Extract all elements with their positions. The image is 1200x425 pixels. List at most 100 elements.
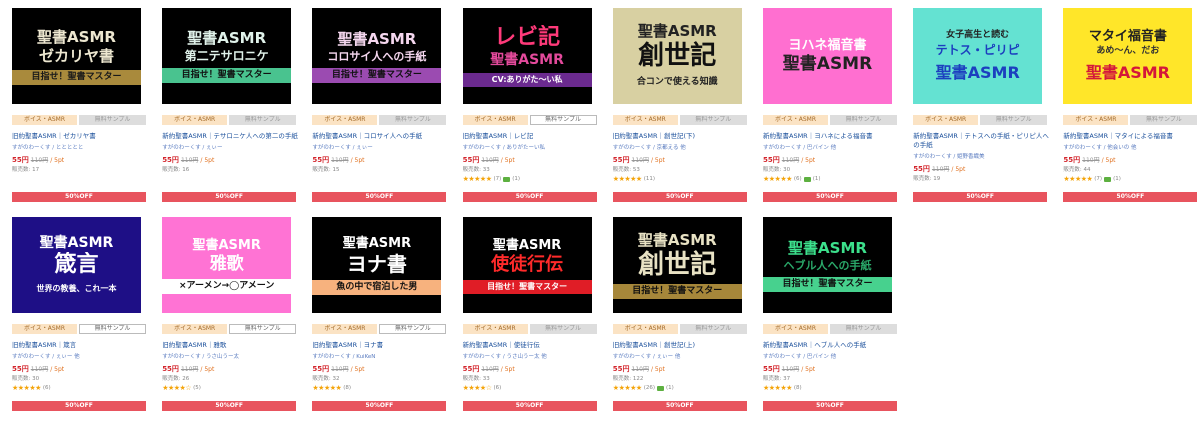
genre-tag[interactable]: ボイス・ASMR — [612, 115, 678, 125]
genre-tag[interactable]: ボイス・ASMR — [913, 115, 979, 125]
genre-tag[interactable]: ボイス・ASMR — [763, 324, 828, 334]
free-sample-button[interactable]: 無料サンプル — [980, 115, 1048, 125]
product-thumbnail[interactable]: 聖書ASMR ゼカリヤ書 目指せ！聖書マスター — [12, 8, 141, 104]
product-card[interactable]: 聖書ASMR ゼカリヤ書 目指せ！聖書マスターボイス・ASMR 無料サンプル旧約聖書A… — [8, 4, 150, 209]
product-thumbnail[interactable]: 聖書ASMR 雅歌 ×アーメン→◯アメーン — [162, 217, 292, 313]
product-title-link[interactable]: 新約聖書ASMR｜ヨハネによる福音書 — [763, 132, 899, 141]
creator-link[interactable]: すがのわーくす / ぇぃー 他 — [613, 352, 749, 360]
product-card[interactable]: レビ記 聖書ASMR CV:ありがた〜い私ボイス・ASMR 無料サンプル旧約聖書ASM… — [459, 4, 601, 209]
rating[interactable]: ★★★★★ (26) (1) — [613, 384, 674, 392]
rating[interactable]: ★★★★★ (11) — [613, 175, 655, 183]
creator-link[interactable]: すがのわーくす / 巴バイン 他 — [763, 143, 899, 151]
product-card[interactable]: 聖書ASMR 雅歌 ×アーメン→◯アメーンボイス・ASMR 無料サンプル旧約聖書ASM… — [158, 213, 300, 418]
product-title-link[interactable]: 旧約聖書ASMR｜レビ記 — [463, 132, 599, 141]
product-card[interactable]: ヨハネ福音書 聖書ASMR ボイス・ASMR 無料サンプル新約聖書ASMR｜ヨハネによ… — [759, 4, 901, 209]
creator-link[interactable]: すがのわーくす / うさ山うー太 — [162, 352, 298, 360]
product-card[interactable]: マタイ福音書 あめ〜ん、だお 聖書ASMR ボイス・ASMR 無料サンプル新約聖書ASM… — [1059, 4, 1200, 209]
rating[interactable]: ★★★★★ (6) (1) — [763, 175, 820, 183]
thumbnail-line-3: CV:ありがた〜い私 — [462, 73, 592, 87]
creator-link[interactable]: すがのわーくす / ありがたーい私 — [463, 143, 599, 151]
product-thumbnail[interactable]: レビ記 聖書ASMR CV:ありがた〜い私 — [462, 8, 592, 104]
free-sample-button[interactable]: 無料サンプル — [529, 324, 597, 334]
product-thumbnail[interactable]: 聖書ASMR 創世記 目指せ！聖書マスター — [612, 217, 742, 313]
product-thumbnail[interactable]: 聖書ASMR 第二テサロニケ 目指せ！聖書マスター — [162, 8, 292, 104]
genre-tag[interactable]: ボイス・ASMR — [612, 324, 678, 334]
thumbnail-line-1: 聖書ASMR — [342, 236, 412, 251]
genre-tag[interactable]: ボイス・ASMR — [12, 324, 77, 334]
genre-tag[interactable]: ボイス・ASMR — [312, 324, 378, 334]
rating[interactable]: ★★★★★ (6) — [12, 384, 51, 392]
product-title-link[interactable]: 旧約聖書ASMR｜創世記(下) — [613, 132, 749, 141]
free-sample-button[interactable]: 無料サンプル — [79, 115, 146, 125]
genre-tag[interactable]: ボイス・ASMR — [462, 115, 528, 125]
creator-link[interactable]: すがのわーくす / 他会いの 他 — [1063, 143, 1199, 151]
product-card[interactable]: 聖書ASMR 創世記 目指せ！聖書マスターボイス・ASMR 無料サンプル旧約聖書ASM… — [609, 213, 751, 418]
product-thumbnail[interactable]: 女子高生と読む テトス・ピリピ 聖書ASMR — [913, 8, 1043, 104]
genre-tag[interactable]: ボイス・ASMR — [162, 115, 228, 125]
product-title-link[interactable]: 新約聖書ASMR｜テサロニケ人への第二の手紙 — [162, 132, 298, 141]
creator-link[interactable]: すがのわーくす / ぇぃー — [162, 143, 298, 151]
creator-link[interactable]: すがのわーくす / 巴バイン 他 — [763, 352, 899, 360]
genre-tag[interactable]: ボイス・ASMR — [462, 324, 528, 334]
product-title-link[interactable]: 旧約聖書ASMR｜雅歌 — [162, 341, 298, 350]
thumbnail-line-2: 第二テサロニケ — [184, 49, 269, 63]
product-card[interactable]: 聖書ASMR 第二テサロニケ 目指せ！聖書マスターボイス・ASMR 無料サンプル新約聖… — [158, 4, 300, 209]
free-sample-button[interactable]: 無料サンプル — [79, 324, 146, 334]
rating[interactable]: ★★★★☆ (6) — [463, 384, 502, 392]
product-title-link[interactable]: 新約聖書ASMR｜ヘブル人への手紙 — [763, 341, 899, 350]
free-sample-button[interactable]: 無料サンプル — [679, 115, 747, 125]
product-card[interactable]: 聖書ASMR 箴言 世界の教養、これ一本ボイス・ASMR 無料サンプル旧約聖書ASMR… — [8, 213, 150, 418]
product-card[interactable]: 聖書ASMR ヘブル人への手紙 目指せ！聖書マスターボイス・ASMR 無料サンプル新約… — [759, 213, 901, 418]
product-card[interactable]: 女子高生と読む テトス・ピリピ 聖書ASMR ボイス・ASMR 無料サンプル新約聖書AS… — [909, 4, 1051, 209]
product-card[interactable]: 聖書ASMR 使徒行伝 目指せ！聖書マスターボイス・ASMR 無料サンプル新約聖書AS… — [459, 213, 601, 418]
product-thumbnail[interactable]: 聖書ASMR ヨナ書 魚の中で宿泊した男 — [312, 217, 442, 313]
creator-link[interactable]: すがのわーくす / ぇぃー 他 — [12, 352, 148, 360]
creator-link[interactable]: すがのわーくす / 京都える 他 — [613, 143, 749, 151]
product-thumbnail[interactable]: マタイ福音書 あめ〜ん、だお 聖書ASMR — [1063, 8, 1193, 104]
free-sample-button[interactable]: 無料サンプル — [529, 115, 597, 125]
genre-tag[interactable]: ボイス・ASMR — [1063, 115, 1129, 125]
rating[interactable]: ★★★★★ (8) — [312, 384, 351, 392]
rating[interactable]: ★★★★★ (7) (1) — [463, 175, 520, 183]
free-sample-button[interactable]: 無料サンプル — [229, 115, 297, 125]
thumbnail-line-1: 聖書ASMR — [637, 231, 717, 249]
free-sample-button[interactable]: 無料サンプル — [379, 324, 447, 334]
product-title-link[interactable]: 旧約聖書ASMR｜ヨナ書 — [312, 341, 448, 350]
rating[interactable]: ★★★★☆ (5) — [162, 384, 201, 392]
genre-tag[interactable]: ボイス・ASMR — [162, 324, 228, 334]
product-title-link[interactable]: 新約聖書ASMR｜テトスへの手紙・ピリピ人への手紙 — [913, 132, 1049, 150]
creator-link[interactable]: すがのわーくす / KuiKeN — [312, 352, 448, 360]
free-sample-button[interactable]: 無料サンプル — [1130, 115, 1198, 125]
product-title-link[interactable]: 旧約聖書ASMR｜箴言 — [12, 341, 148, 350]
free-sample-button[interactable]: 無料サンプル — [679, 324, 747, 334]
product-title-link[interactable]: 新約聖書ASMR｜マタイによる福音書 — [1063, 132, 1199, 141]
rating[interactable]: ★★★★★ (7) (1) — [1063, 175, 1120, 183]
creator-link[interactable]: すがのわーくす / ぇぃー — [312, 143, 448, 151]
product-title-link[interactable]: 旧約聖書ASMR｜ゼカリヤ書 — [12, 132, 148, 141]
product-thumbnail[interactable]: 聖書ASMR コロサイ人への手紙 目指せ！聖書マスター — [312, 8, 442, 104]
free-sample-button[interactable]: 無料サンプル — [830, 324, 897, 334]
free-sample-button[interactable]: 無料サンプル — [229, 324, 297, 334]
product-thumbnail[interactable]: 聖書ASMR 使徒行伝 目指せ！聖書マスター — [462, 217, 592, 313]
genre-tag[interactable]: ボイス・ASMR — [763, 115, 828, 125]
free-sample-button[interactable]: 無料サンプル — [379, 115, 447, 125]
product-card[interactable]: 聖書ASMR ヨナ書 魚の中で宿泊した男ボイス・ASMR 無料サンプル旧約聖書ASMR… — [308, 213, 450, 418]
product-title-link[interactable]: 新約聖書ASMR｜使徒行伝 — [463, 341, 599, 350]
product-thumbnail[interactable]: 聖書ASMR 箴言 世界の教養、これ一本 — [12, 217, 141, 313]
creator-link[interactable]: すがのわーくす / ととととと — [12, 143, 148, 151]
price-original: 110円 — [631, 157, 649, 164]
product-thumbnail[interactable]: 聖書ASMR 創世記 合コンで使える知識 — [612, 8, 742, 104]
genre-tag[interactable]: ボイス・ASMR — [312, 115, 378, 125]
product-card[interactable]: 聖書ASMR コロサイ人への手紙 目指せ！聖書マスターボイス・ASMR 無料サンプル新… — [308, 4, 450, 209]
product-thumbnail[interactable]: ヨハネ福音書 聖書ASMR — [763, 8, 892, 104]
creator-link[interactable]: すがのわーくす / 姫野香織美 — [913, 152, 1049, 160]
product-thumbnail[interactable]: 聖書ASMR ヘブル人への手紙 目指せ！聖書マスター — [763, 217, 892, 313]
product-card[interactable]: 聖書ASMR 創世記 合コンで使える知識ボイス・ASMR 無料サンプル旧約聖書ASMR… — [609, 4, 751, 209]
product-title-link[interactable]: 旧約聖書ASMR｜創世記(上) — [613, 341, 749, 350]
rating[interactable]: ★★★★★ (8) — [763, 384, 802, 392]
thumbnail-line-1: 聖書ASMR — [788, 238, 867, 257]
free-sample-button[interactable]: 無料サンプル — [830, 115, 897, 125]
genre-tag[interactable]: ボイス・ASMR — [12, 115, 77, 125]
creator-link[interactable]: すがのわーくす / うさ山うー太 他 — [463, 352, 599, 360]
product-title-link[interactable]: 新約聖書ASMR｜コロサイ人への手紙 — [312, 132, 448, 141]
